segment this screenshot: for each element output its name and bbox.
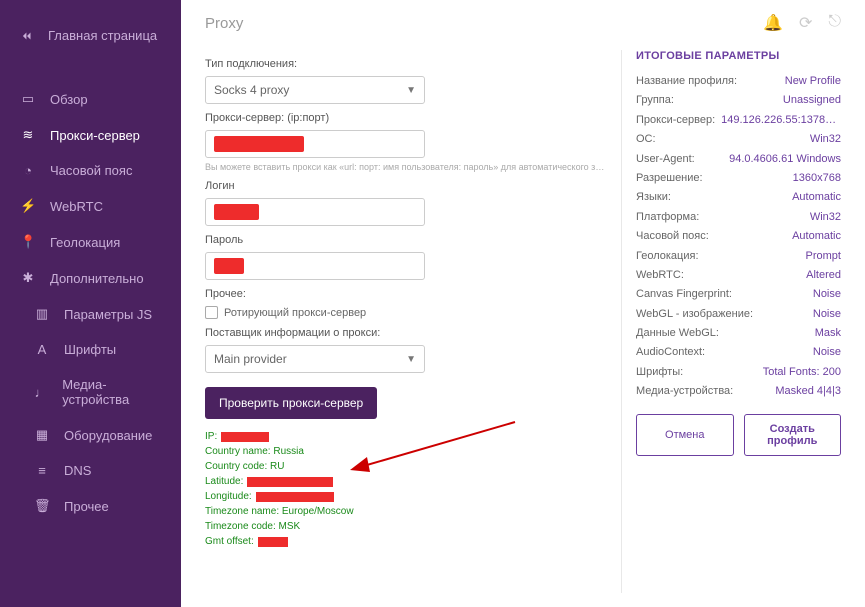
sidebar-item-other[interactable]: 🗑Прочее bbox=[14, 488, 181, 524]
sidebar-item-hardware[interactable]: ▦Оборудование bbox=[14, 417, 181, 453]
summary-row: WebRTC:Altered bbox=[636, 268, 841, 283]
proxy-check-result: IP: Country name: Russia Country code: R… bbox=[205, 429, 605, 549]
summary-row: Прокси-сервер:149.126.226.55:13780/SOC..… bbox=[636, 113, 841, 128]
sidebar: Главная страница ▭Обзор ≋Прокси-сервер ◔… bbox=[0, 0, 181, 607]
summary-row: Название профиля:New Profile bbox=[636, 74, 841, 89]
create-profile-button[interactable]: Создать профиль bbox=[744, 414, 842, 456]
sidebar-item-fonts[interactable]: AШрифты bbox=[14, 332, 181, 367]
chip-icon: ▦ bbox=[34, 427, 50, 443]
server-input[interactable] bbox=[205, 130, 425, 158]
sidebar-item-dns[interactable]: ≡DNS bbox=[14, 453, 181, 488]
sidebar-item-webrtc[interactable]: ⚡WebRTC bbox=[0, 188, 181, 224]
sidebar-item-overview[interactable]: ▭Обзор bbox=[0, 81, 181, 117]
summary-panel: ИТОГОВЫЕ ПАРАМЕТРЫ Название профиля:New … bbox=[621, 50, 841, 593]
home-link[interactable]: Главная страница bbox=[48, 28, 157, 43]
summary-row: Группа:Unassigned bbox=[636, 93, 841, 108]
font-icon: A bbox=[34, 342, 50, 357]
summary-row: ОС:Win32 bbox=[636, 132, 841, 147]
other-label: Прочее: bbox=[205, 288, 605, 300]
summary-row: Разрешение:1360x768 bbox=[636, 171, 841, 186]
login-input[interactable] bbox=[205, 198, 425, 226]
sidebar-item-timezone[interactable]: ◔Часовой пояс bbox=[0, 153, 181, 188]
check-proxy-button[interactable]: Проверить прокси-сервер bbox=[205, 387, 377, 419]
rotating-label: Ротирующий прокси-сервер bbox=[224, 307, 366, 319]
conn-type-select[interactable]: Socks 4 proxy ▼ bbox=[205, 76, 425, 104]
bell-icon[interactable]: 🔔 bbox=[763, 13, 783, 33]
chevron-down-icon: ▼ bbox=[406, 354, 416, 365]
wifi-icon: ≋ bbox=[20, 127, 36, 143]
sidebar-item-media[interactable]: ♩Медиа-устройства bbox=[14, 367, 181, 417]
headphones-icon: ♩ bbox=[34, 385, 48, 400]
login-label: Логин bbox=[205, 180, 605, 192]
summary-row: Часовой пояс:Automatic bbox=[636, 229, 841, 244]
summary-row: Языки:Automatic bbox=[636, 190, 841, 205]
sidebar-item-proxy[interactable]: ≋Прокси-сервер bbox=[0, 117, 181, 153]
server-hint: Вы можете вставить прокси как «url: порт… bbox=[205, 162, 605, 172]
proxy-form: Тип подключения: Socks 4 proxy ▼ Прокси-… bbox=[205, 50, 605, 593]
map-icon: ▥ bbox=[34, 306, 50, 322]
summary-row: User-Agent:94.0.4606.61 Windows bbox=[636, 152, 841, 167]
summary-row: WebGL - изображение:Noise bbox=[636, 307, 841, 322]
rotating-checkbox[interactable] bbox=[205, 306, 218, 319]
summary-row: Canvas Fingerprint:Noise bbox=[636, 287, 841, 302]
topbar: Proxy 🔔 ⟳ ⎋ bbox=[181, 0, 865, 36]
provider-label: Поставщик информации о прокси: bbox=[205, 327, 605, 339]
summary-row: Шрифты:Total Fonts: 200 bbox=[636, 365, 841, 380]
sidebar-collapse[interactable]: Главная страница bbox=[0, 10, 181, 61]
main-area: Proxy 🔔 ⟳ ⎋ Тип подключения: Socks 4 pro… bbox=[181, 0, 865, 607]
sidebar-item-additional[interactable]: ✱Дополнительно bbox=[0, 260, 181, 296]
summary-row: Медиа-устройства:Masked 4|4|3 bbox=[636, 384, 841, 399]
sidebar-item-js-params[interactable]: ▥Параметры JS bbox=[14, 296, 181, 332]
provider-select[interactable]: Main provider ▼ bbox=[205, 345, 425, 373]
plug-icon: ⚡ bbox=[20, 198, 36, 214]
summary-row: Платформа:Win32 bbox=[636, 210, 841, 225]
cancel-button[interactable]: Отмена bbox=[636, 414, 734, 456]
chevron-down-icon: ▼ bbox=[406, 85, 416, 96]
page-title: Proxy bbox=[205, 15, 243, 32]
password-label: Пароль bbox=[205, 234, 605, 246]
summary-row: Геолокация:Prompt bbox=[636, 249, 841, 264]
logout-icon[interactable]: ⎋ bbox=[828, 13, 841, 33]
summary-title: ИТОГОВЫЕ ПАРАМЕТРЫ bbox=[636, 50, 841, 62]
summary-row: AudioContext:Noise bbox=[636, 345, 841, 360]
refresh-icon[interactable]: ⟳ bbox=[799, 13, 812, 33]
clock-icon: ◔ bbox=[20, 163, 36, 178]
password-input[interactable] bbox=[205, 252, 425, 280]
summary-row: Данные WebGL:Mask bbox=[636, 326, 841, 341]
dns-icon: ≡ bbox=[34, 463, 50, 478]
chevron-left-icon bbox=[20, 29, 34, 43]
trash-icon: 🗑 bbox=[34, 498, 50, 514]
nav-primary: ▭Обзор ≋Прокси-сервер ◔Часовой пояс ⚡Web… bbox=[0, 81, 181, 524]
id-card-icon: ▭ bbox=[20, 91, 36, 107]
pin-icon: 📍 bbox=[20, 234, 36, 250]
conn-type-label: Тип подключения: bbox=[205, 58, 605, 70]
asterisk-icon: ✱ bbox=[20, 270, 36, 286]
sidebar-item-geolocation[interactable]: 📍Геолокация bbox=[0, 224, 181, 260]
server-label: Прокси-сервер: (ip:порт) bbox=[205, 112, 605, 124]
